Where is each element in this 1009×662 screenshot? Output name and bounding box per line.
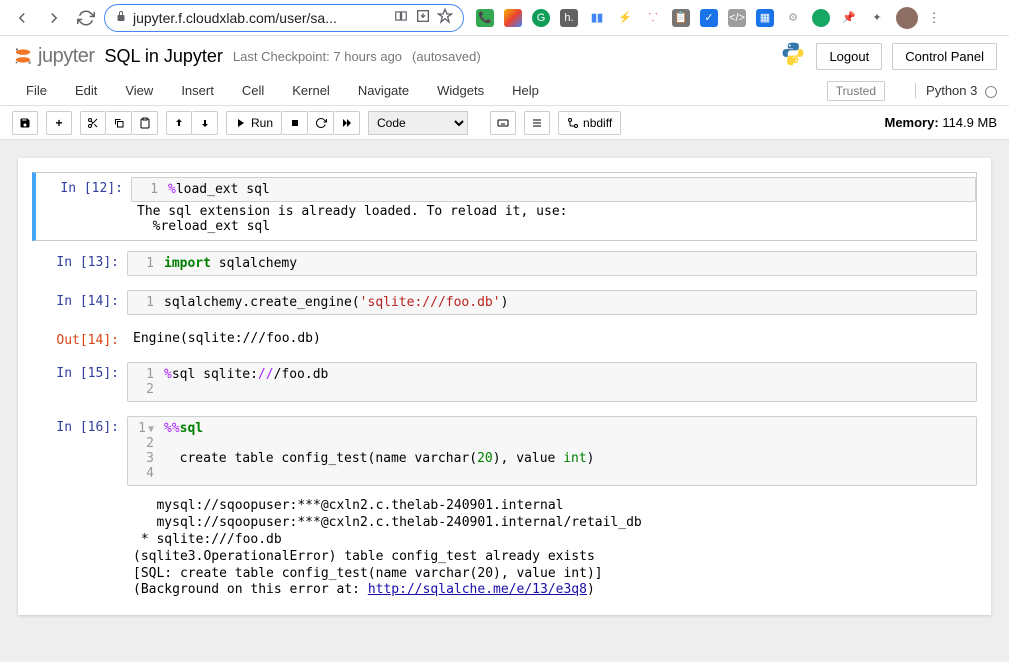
ext-icon[interactable]: ⚙ (784, 9, 802, 27)
input-prompt: In [15]: (32, 362, 127, 402)
browser-menu[interactable]: ⋮ (922, 6, 946, 30)
ext-icon[interactable]: ⚡ (616, 9, 634, 27)
ext-icon[interactable]: 📋 (672, 9, 690, 27)
ext-icon[interactable]: ▦ (756, 9, 774, 27)
menu-widgets[interactable]: Widgets (423, 83, 498, 98)
logout-button[interactable]: Logout (816, 43, 882, 70)
code-input[interactable]: 1sqlalchemy.create_engine('sqlite:///foo… (127, 290, 977, 315)
input-prompt: In [14]: (32, 290, 127, 315)
copy-button[interactable] (106, 111, 132, 135)
cell-output: The sql extension is already loaded. To … (131, 202, 976, 236)
code-cell[interactable]: In [13]: 1import sqlalchemy (32, 247, 977, 280)
jupyter-logo-icon (12, 45, 34, 67)
run-all-button[interactable] (334, 111, 360, 135)
reload-button[interactable] (72, 4, 100, 32)
menu-insert[interactable]: Insert (167, 83, 228, 98)
move-up-button[interactable] (166, 111, 192, 135)
add-cell-button[interactable]: + (46, 111, 72, 135)
menu-kernel[interactable]: Kernel (278, 83, 344, 98)
code-input[interactable]: 1%load_ext sql (131, 177, 976, 202)
jupyter-logo[interactable]: jupyter (12, 45, 95, 68)
command-palette-button[interactable] (524, 111, 550, 135)
menu-view[interactable]: View (111, 83, 167, 98)
python-logo-icon (780, 40, 806, 72)
output-prompt: Out[14]: (32, 329, 127, 348)
ext-icon[interactable]: G (532, 9, 550, 27)
error-link[interactable]: http://sqlalche.me/e/13/e3q8 (368, 582, 587, 597)
output-row: Out[14]: Engine(sqlite:///foo.db) (32, 325, 977, 352)
input-prompt: In [16]: (32, 416, 127, 486)
autosave-text: (autosaved) (412, 49, 481, 64)
nbdiff-button[interactable]: nbdiff (558, 111, 621, 135)
notebook-container: In [12]: 1%load_ext sql The sql extensio… (0, 140, 1009, 662)
ext-icon[interactable]: ▮▮ (588, 9, 606, 27)
url-text: jupyter.f.cloudxlab.com/user/sa... (133, 10, 387, 26)
jupyter-logo-text: jupyter (38, 45, 95, 68)
cell-output: mysql://sqoopuser:***@cxln2.c.thelab-240… (127, 496, 977, 601)
code-content: %load_ext sql (168, 182, 270, 197)
ext-icon[interactable]: h. (560, 9, 578, 27)
input-prompt: In [12]: (36, 177, 131, 236)
menu-navigate[interactable]: Navigate (344, 83, 423, 98)
memory-indicator: Memory: 114.9 MB (885, 115, 998, 130)
address-bar[interactable]: jupyter.f.cloudxlab.com/user/sa... (104, 4, 464, 32)
ext-icon[interactable] (504, 9, 522, 27)
browser-toolbar: jupyter.f.cloudxlab.com/user/sa... 📞 G h… (0, 0, 1009, 36)
restart-button[interactable] (308, 111, 334, 135)
ext-icon[interactable] (812, 9, 830, 27)
paste-button[interactable] (132, 111, 158, 135)
code-input[interactable]: 1▼%%sql23 create table config_test(name … (127, 416, 977, 486)
notebook: In [12]: 1%load_ext sql The sql extensio… (18, 158, 991, 615)
kernel-indicator[interactable]: Python 3 (915, 83, 997, 98)
checkpoint-text: Last Checkpoint: 7 hours ago (233, 49, 402, 64)
extension-icons: 📞 G h. ▮▮ ⚡ ⸪ 📋 ✓ </> ▦ ⚙ 📌 ✦ (476, 9, 886, 27)
trusted-indicator[interactable]: Trusted (827, 81, 885, 101)
install-icon[interactable] (415, 8, 431, 27)
code-cell[interactable]: In [12]: 1%load_ext sql The sql extensio… (32, 172, 977, 241)
ext-icon[interactable]: ✓ (700, 9, 718, 27)
ext-icon[interactable]: ⸪ (644, 9, 662, 27)
code-input[interactable]: 1%sql sqlite:///foo.db2 (127, 362, 977, 402)
puzzle-icon[interactable]: ✦ (868, 9, 886, 27)
star-icon[interactable] (437, 8, 453, 27)
code-cell[interactable]: In [16]: 1▼%%sql23 create table config_t… (32, 412, 977, 490)
stop-button[interactable] (282, 111, 308, 135)
back-button[interactable] (8, 4, 36, 32)
reader-icon[interactable] (393, 9, 409, 26)
jupyter-header: jupyter SQL in Jupyter Last Checkpoint: … (0, 36, 1009, 76)
run-button[interactable]: Run (226, 111, 282, 135)
ext-icon[interactable]: </> (728, 9, 746, 27)
control-panel-button[interactable]: Control Panel (892, 43, 997, 70)
code-cell[interactable]: In [14]: 1sqlalchemy.create_engine('sqli… (32, 286, 977, 319)
input-prompt: In [13]: (32, 251, 127, 276)
cell-output: Engine(sqlite:///foo.db) (127, 329, 977, 348)
menu-help[interactable]: Help (498, 83, 553, 98)
notebook-title[interactable]: SQL in Jupyter (105, 46, 223, 67)
move-down-button[interactable] (192, 111, 218, 135)
forward-button[interactable] (40, 4, 68, 32)
code-input[interactable]: 1import sqlalchemy (127, 251, 977, 276)
menu-cell[interactable]: Cell (228, 83, 278, 98)
menu-bar: File Edit View Insert Cell Kernel Naviga… (0, 76, 1009, 106)
code-cell[interactable]: In [15]: 1%sql sqlite:///foo.db2 (32, 358, 977, 406)
ext-icon[interactable]: 📌 (840, 9, 858, 27)
lock-icon (115, 10, 127, 25)
save-button[interactable] (12, 111, 38, 135)
profile-avatar[interactable] (896, 7, 918, 29)
toolbar: + Run Code nbdiff Memory: 114.9 MB (0, 106, 1009, 140)
cut-button[interactable] (80, 111, 106, 135)
cell-type-select[interactable]: Code (368, 111, 468, 135)
kernel-status-icon (985, 86, 997, 98)
keyboard-button[interactable] (490, 111, 516, 135)
ext-icon[interactable]: 📞 (476, 9, 494, 27)
menu-edit[interactable]: Edit (61, 83, 111, 98)
menu-file[interactable]: File (12, 83, 61, 98)
